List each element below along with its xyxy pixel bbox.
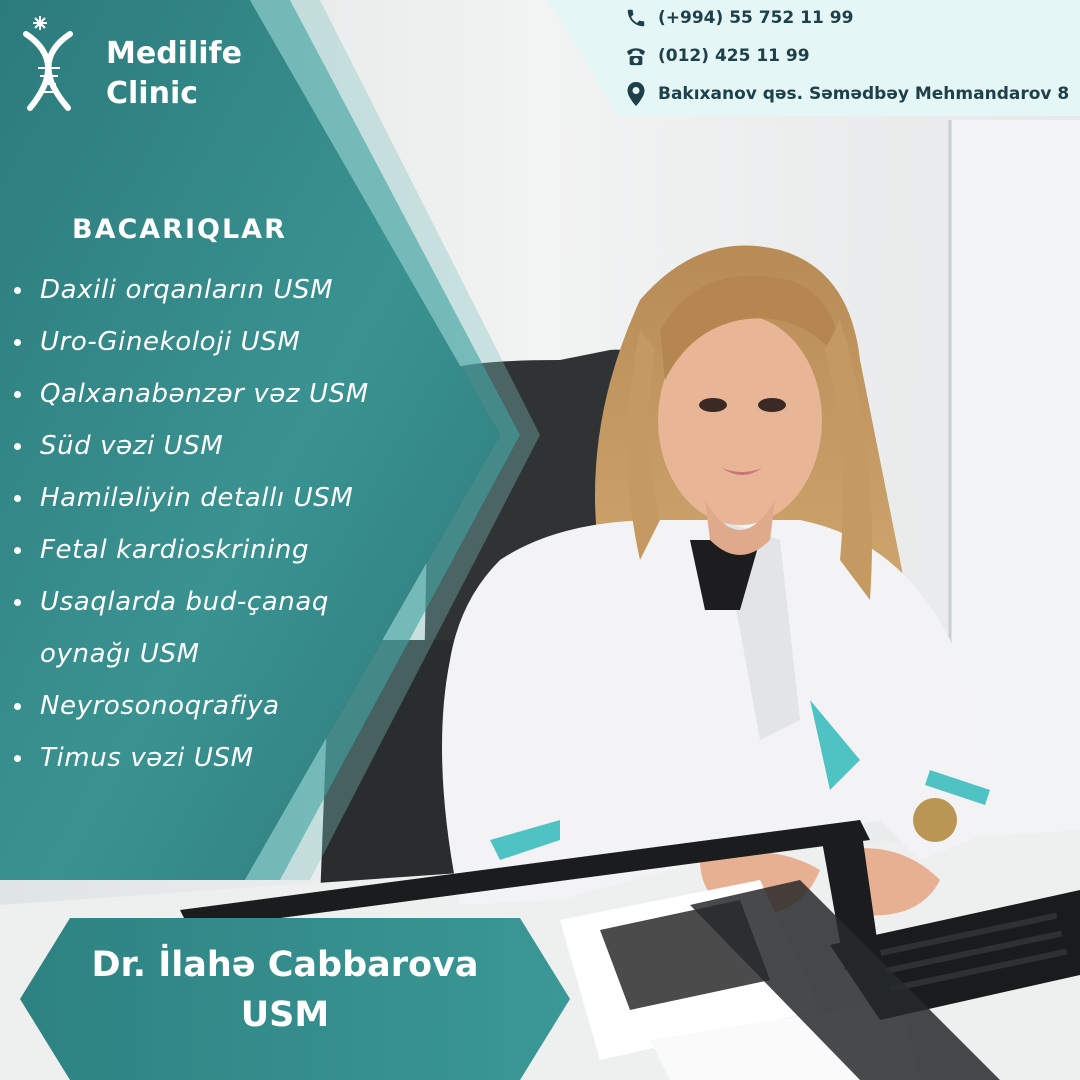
location-pin-icon [622,81,650,107]
mobile-phone[interactable]: (+994) 55 752 11 99 [658,8,853,28]
skill-item: Fetal kardioskrining [14,524,454,576]
mobile-phone-row: (+994) 55 752 11 99 [622,3,853,33]
skill-label: Neyrosonoqrafiya [40,691,280,721]
clinic-name-line2: Clinic [106,76,199,111]
bullet-icon [14,339,21,346]
skill-label: Daxili orqanların USM [40,275,334,305]
contact-info: (+994) 55 752 11 99 (012) 425 11 99 Bakı… [622,0,1080,116]
telephone-icon [622,43,650,69]
skill-label: Qalxanabənzər vəz USM [40,379,369,409]
phone-handset-icon [622,5,650,31]
address[interactable]: Bakıxanov qəs. Səmədbəy Mehmandarov 8 [658,84,1069,104]
skill-label: Fetal kardioskrining [40,535,310,565]
bullet-icon [14,599,21,606]
bullet-icon [14,755,21,762]
landline-phone-row: (012) 425 11 99 [622,41,810,71]
skill-item: Süd vəzi USM [14,420,454,472]
landline-phone[interactable]: (012) 425 11 99 [658,46,810,66]
helix-logo-icon [23,16,73,111]
skills-list: Daxili orqanların USM Uro-Ginekoloji USM Q… [14,264,454,784]
skill-label: Usaqlarda bud-çanaq [40,587,329,617]
bullet-icon [14,495,21,502]
skill-item: Uro-Ginekoloji USM [14,316,454,368]
doctor-specialty: USM [240,995,330,1035]
bullet-icon [14,703,21,710]
doctor-name: Dr. İlahə Cabbarova [91,945,479,985]
skill-item: Daxili orqanların USM [14,264,454,316]
skill-item: Hamiləliyin detallı USM [14,472,454,524]
bullet-icon [14,391,21,398]
skill-item: Qalxanabənzər vəz USM [14,368,454,420]
poster: Medilife Clinic (+994) 55 752 11 99 (012… [0,0,1080,1080]
skill-label: Süd vəzi USM [40,431,224,461]
skill-label: Timus vəzi USM [40,743,254,773]
clinic-name-line1: Medilife [106,36,242,71]
skill-label: oynağı USM [40,639,200,669]
bullet-icon [14,547,21,554]
skill-label: Uro-Ginekoloji USM [40,327,301,357]
clinic-name: Medilife Clinic [106,34,242,114]
bullet-icon [14,443,21,450]
doctor-name-block: Dr. İlahə Cabbarova USM [30,940,540,1040]
skill-item: Timus vəzi USM [14,732,454,784]
skills-title: BACARIQLAR [72,214,287,245]
clinic-brand: Medilife Clinic [18,12,278,112]
skill-item: Neyrosonoqrafiya [14,680,454,732]
skill-item: Usaqlarda bud-çanaq [14,576,454,628]
skill-item: oynağı USM [14,628,454,680]
address-row: Bakıxanov qəs. Səmədbəy Mehmandarov 8 [622,79,1069,109]
wristwatch [913,798,957,842]
skill-label: Hamiləliyin detallı USM [40,483,354,513]
bullet-icon [14,287,21,294]
